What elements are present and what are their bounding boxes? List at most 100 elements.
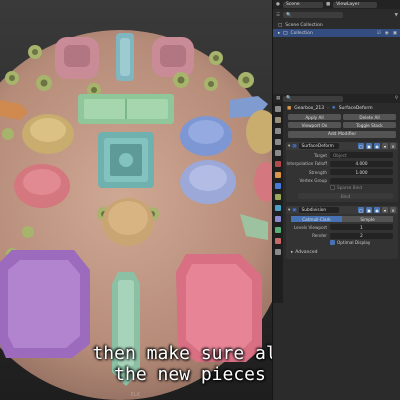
viewport-toggle-icon[interactable]: ▣ (366, 143, 372, 149)
render-toggle-icon[interactable]: ◉ (374, 207, 380, 213)
scene-selector[interactable]: Scene (282, 1, 323, 8)
dropdown-icon[interactable]: ▾ (382, 143, 388, 149)
render-toggle-icon[interactable]: ◉ (374, 143, 380, 149)
catmull-clark-button[interactable]: Catmull-Clark (291, 216, 342, 222)
close-icon[interactable]: × (390, 207, 396, 213)
expand-arrow-icon[interactable]: ▸ (278, 31, 280, 36)
subdivision-mode-toggle: Catmull-Clark Simple (291, 216, 393, 222)
dropdown-icon[interactable]: ▾ (382, 207, 388, 213)
collection-icon: □ (278, 22, 283, 28)
sparse-bind-checkbox[interactable]: Sparse Bind (330, 184, 398, 191)
outliner-row-scene-collection[interactable]: □ Scene Collection (273, 21, 400, 29)
properties-search-input[interactable]: 🔍 (283, 95, 344, 102)
filter-icon[interactable]: ▼ (395, 13, 398, 18)
collection-icon: □ (283, 30, 288, 36)
outliner-row-collection[interactable]: ▸ □ Collection ☑ ◉ ▣ (273, 29, 400, 37)
breadcrumb: ■ Gearbox_213 › ✱ SurfaceDeform (284, 104, 400, 112)
edit-mode-toggle-icon[interactable]: □ (358, 143, 364, 149)
subdivision-modifier-panel: ▾ ▣ Subdivision □ ▣ ◉ ▾ × Catmull-Clark … (286, 206, 398, 259)
target-label: Target (314, 152, 327, 158)
tab-data[interactable] (275, 227, 281, 233)
breadcrumb-object: Gearbox_213 (294, 105, 325, 111)
optimal-display-label: Optimal Display (337, 240, 371, 245)
tab-texture[interactable] (275, 249, 281, 255)
visibility-eye-icon[interactable]: ◉ (385, 31, 389, 36)
right-panel: ● Scene ■ ViewLayer ☰ 🔍 ▼ □ Scene Collec… (272, 0, 400, 400)
add-modifier-button[interactable]: Add Modifier (288, 131, 396, 138)
apply-all-button[interactable]: Apply All (288, 114, 341, 120)
outliner-display-mode-icon[interactable]: ☰ (276, 13, 280, 18)
delete-all-button[interactable]: Delete All (343, 114, 396, 120)
vertex-group-field[interactable] (330, 177, 393, 184)
levels-viewport-field[interactable]: 1 (330, 224, 393, 230)
toggle-stack-button[interactable]: Toggle Stack (343, 122, 396, 128)
viewport-scene (0, 0, 272, 400)
piece-bar-top (116, 33, 134, 81)
top-bar: ● Scene ■ ViewLayer (273, 0, 400, 9)
tab-output[interactable] (275, 128, 281, 134)
subtitle-line-1: then make sure all (92, 343, 272, 364)
tab-render[interactable] (275, 117, 281, 123)
tab-material[interactable] (275, 238, 281, 244)
optimal-display-checkbox[interactable]: Optimal Display (330, 239, 398, 246)
surface-deform-icon: ▦ (292, 143, 297, 149)
tab-world[interactable] (275, 161, 281, 167)
tab-object[interactable] (275, 172, 281, 178)
close-icon[interactable]: × (390, 143, 396, 149)
view-layer-selector[interactable]: ViewLayer (333, 1, 378, 8)
chevron-right-icon: › (327, 105, 329, 111)
piece-pink-disc-left (14, 164, 70, 208)
collapse-arrow-icon[interactable]: ▾ (288, 144, 290, 149)
tab-physics[interactable] (275, 205, 281, 211)
outliner-search-input[interactable]: 🔍 (283, 12, 344, 18)
advanced-subpanel[interactable]: ▸ Advanced (286, 248, 398, 256)
outliner-row-label: Scene Collection (285, 22, 323, 28)
checkbox-box[interactable] (330, 185, 335, 190)
checkbox-box[interactable] (330, 240, 335, 245)
strength-field[interactable]: 1.000 (330, 169, 393, 175)
pin-icon[interactable]: ⚲ (395, 96, 398, 101)
collapse-arrow-icon[interactable]: ▾ (288, 208, 290, 213)
piece-green-panel (78, 94, 174, 124)
simple-button[interactable]: Simple (342, 216, 393, 222)
tab-modifiers[interactable] (275, 183, 281, 189)
watermark: ELK (130, 392, 140, 398)
surface-deform-modifier-panel: ▾ ▦ SurfaceDeform □ ▣ ◉ ▾ × Target Objec… (286, 142, 398, 202)
advanced-label: Advanced (295, 249, 318, 255)
tab-constraints[interactable] (275, 216, 281, 222)
subtitle-line-2: the new pieces (114, 364, 266, 385)
render-camera-icon[interactable]: ▣ (393, 31, 397, 36)
viewport-on-button[interactable]: Viewport On (288, 122, 341, 128)
levels-viewport-label: Levels Viewport (293, 224, 327, 230)
outliner-header: ☰ 🔍 ▼ (273, 10, 400, 20)
tab-scene[interactable] (275, 150, 281, 156)
tab-particles[interactable] (275, 194, 281, 200)
piece-rounded-box-right (152, 37, 194, 77)
bind-button[interactable]: Bind (298, 193, 393, 199)
properties-tabs (273, 103, 283, 303)
tab-view-layer[interactable] (275, 139, 281, 145)
exclude-checkbox-icon[interactable]: ☑ (377, 31, 381, 36)
view-layer-icon: ■ (325, 2, 331, 7)
piece-gold-circle (102, 198, 154, 246)
modifier-header: ▾ ▦ SurfaceDeform □ ▣ ◉ ▾ × (286, 142, 398, 150)
wrench-icon: ✱ (331, 105, 336, 111)
tab-tool[interactable] (275, 106, 281, 112)
viewport-toggle-icon[interactable]: ▣ (366, 207, 372, 213)
piece-purple-tag-left (0, 250, 90, 358)
vertex-group-label: Vertex Group (299, 178, 327, 183)
chevron-right-icon: ▸ (291, 249, 294, 255)
piece-round-right (180, 116, 232, 156)
breadcrumb-modifier: SurfaceDeform (338, 105, 373, 111)
properties-editor-icon[interactable]: ▦ (276, 96, 280, 101)
object-icon: ■ (287, 105, 292, 111)
modifier-name-field[interactable]: Subdivision (298, 207, 339, 213)
falloff-field[interactable]: 4.000 (330, 160, 393, 167)
falloff-label: Interpolation Falloff (286, 161, 328, 166)
strength-label: Strength (308, 169, 327, 175)
edit-mode-toggle-icon[interactable]: □ (358, 207, 364, 213)
target-field[interactable]: Object (330, 152, 393, 158)
modifier-name-field[interactable]: SurfaceDeform (298, 143, 339, 149)
render-levels-field[interactable]: 2 (330, 232, 393, 239)
3d-viewport[interactable]: then make sure all the new pieces ELK (0, 0, 272, 400)
